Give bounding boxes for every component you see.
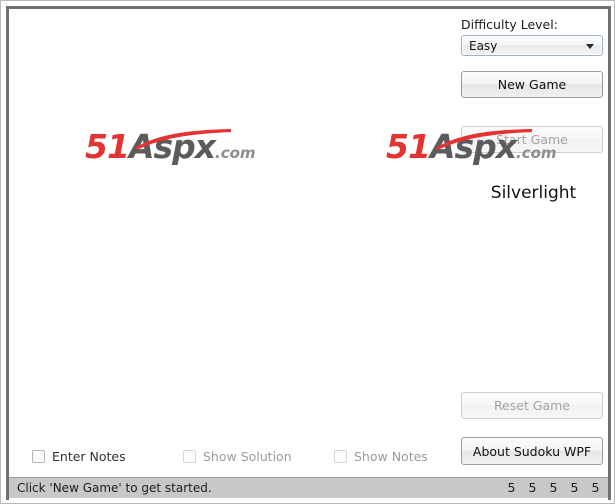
logo-suffix: .com [516, 144, 557, 162]
chevron-down-icon[interactable] [586, 44, 594, 49]
status-counters: 5 5 5 5 5 [507, 480, 600, 495]
options-checkbox-row: Enter Notes Show Solution Show Notes [9, 445, 453, 471]
checkbox-box-icon[interactable] [334, 449, 347, 463]
about-sudoku-button[interactable]: About Sudoku WPF [461, 437, 603, 465]
checkbox-label: Enter Notes [52, 448, 126, 464]
status-counter: 5 [570, 480, 579, 495]
difficulty-level-select[interactable]: Easy [461, 35, 603, 56]
new-game-button[interactable]: New Game [461, 71, 603, 98]
logo-suffix: .com [215, 144, 256, 162]
logo-brand: Aspx [128, 127, 216, 166]
client-area: 51Aspx.com Enter Notes Show Solution Sho… [9, 9, 608, 475]
checkbox-show-solution[interactable]: Show Solution [183, 445, 292, 467]
side-panel: Difficulty Level: Easy New Game Start Ga… [386, 9, 608, 475]
status-counter: 5 [507, 480, 516, 495]
logo-prefix: 51 [85, 127, 130, 166]
aspx-watermark-logo-main: 51Aspx.com [85, 127, 256, 166]
checkbox-label: Show Notes [354, 448, 428, 464]
status-counter: 5 [591, 480, 600, 495]
logo-brand: Aspx [429, 127, 517, 166]
checkbox-box-icon[interactable] [32, 449, 45, 463]
status-bar: Click 'New Game' to get started. 5 5 5 5… [9, 477, 608, 498]
status-counter: 5 [549, 480, 558, 495]
status-counter: 5 [528, 480, 537, 495]
checkbox-show-notes[interactable]: Show Notes [334, 445, 428, 467]
difficulty-level-label: Difficulty Level: [461, 17, 558, 32]
sudoku-board-area[interactable]: 51Aspx.com [9, 9, 453, 439]
aspx-watermark-logo-overlay: 51Aspx.com [386, 127, 557, 166]
logo-prefix: 51 [386, 127, 431, 166]
reset-game-button[interactable]: Reset Game [461, 392, 603, 419]
checkbox-box-icon[interactable] [183, 449, 196, 463]
platform-label: Silverlight [490, 183, 577, 203]
difficulty-level-value: Easy [469, 39, 498, 53]
app-window: 51Aspx.com Enter Notes Show Solution Sho… [0, 0, 615, 504]
checkbox-label: Show Solution [203, 448, 292, 464]
status-message: Click 'New Game' to get started. [17, 481, 212, 495]
checkbox-enter-notes[interactable]: Enter Notes [32, 445, 126, 467]
